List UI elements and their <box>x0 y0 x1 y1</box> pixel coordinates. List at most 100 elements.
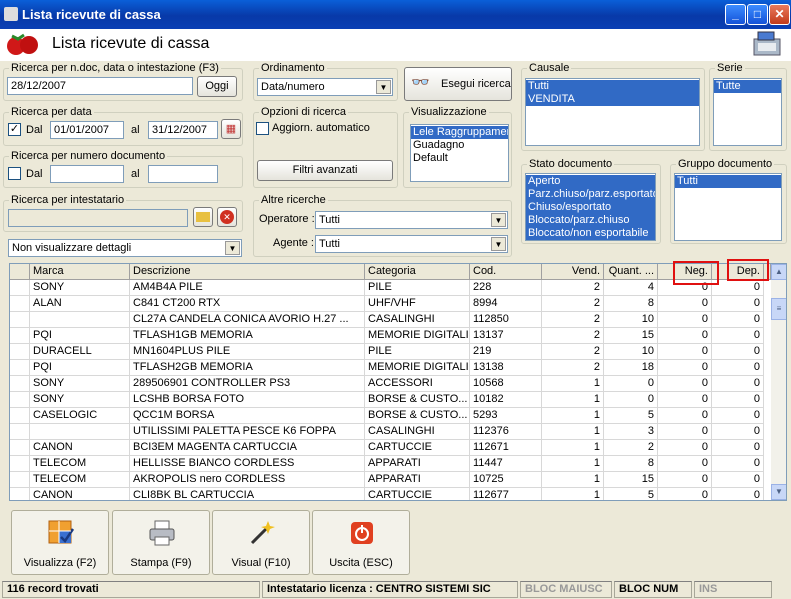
row-selector[interactable] <box>10 392 30 408</box>
table-row[interactable]: CL27A CANDELA CONICA AVORIO H.27 ... CASA… <box>10 312 770 328</box>
row-selector[interactable] <box>10 408 30 424</box>
scroll-thumb[interactable]: ≡ <box>771 298 786 320</box>
intestatario-input[interactable] <box>8 209 188 227</box>
row-selector[interactable] <box>10 312 30 328</box>
visual-label: Visual (F10) <box>231 557 291 569</box>
list-item[interactable]: Guadagno <box>411 139 508 152</box>
results-table[interactable]: Marca Descrizione Categoria Cod. Vend. Q… <box>9 263 787 501</box>
table-row[interactable]: SONY 289506901 CONTROLLER PS3 ACCESSORI 105… <box>10 376 770 392</box>
table-row[interactable]: PQI TFLASH2GB MEMORIA MEMORIE DIGITALI 1313… <box>10 360 770 376</box>
esegui-ricerca-label: Esegui ricerca <box>441 78 511 90</box>
altre-legend: Altre ricerche <box>261 194 326 206</box>
row-selector[interactable] <box>10 280 30 296</box>
table-row[interactable]: TELECOM AKROPOLIS nero CORDLESS APPARATI 10… <box>10 472 770 488</box>
oggi-button[interactable]: Oggi <box>197 76 237 97</box>
row-selector[interactable] <box>10 472 30 488</box>
num-al-input[interactable] <box>148 165 218 183</box>
list-item[interactable]: Tutte <box>714 80 781 93</box>
column-header-marca[interactable]: Marca <box>30 264 130 280</box>
visualizza-button[interactable]: Visualizza (F2) <box>11 510 109 575</box>
maximize-button[interactable]: □ <box>747 4 768 25</box>
list-item[interactable]: Default <box>411 152 508 165</box>
stato-list[interactable]: Aperto Parz.chiuso/parz.esportato Chiuso… <box>525 173 656 241</box>
cell-dep: 0 <box>712 312 764 328</box>
status-bar: 116 record trovati Intestatario licenza … <box>0 579 791 599</box>
cell-cod: 10725 <box>470 472 542 488</box>
row-selector[interactable] <box>10 488 30 500</box>
row-selector[interactable] <box>10 328 30 344</box>
column-header-vend[interactable]: Vend. <box>542 264 604 280</box>
gruppo-list[interactable]: Tutti <box>674 173 782 241</box>
calendar-button[interactable]: ▦ <box>221 119 241 139</box>
stampa-button[interactable]: Stampa (F9) <box>112 510 210 575</box>
table-row[interactable]: DURACELL MN1604PLUS PILE PILE 219 2 10 0 0 <box>10 344 770 360</box>
detail-select[interactable]: Non visualizzare dettagli ▼ <box>8 239 242 257</box>
cell-quant: 5 <box>604 488 658 500</box>
close-button[interactable]: ✕ <box>769 4 790 25</box>
date-checkbox[interactable]: ✓ <box>8 123 21 136</box>
table-row[interactable]: ALAN C841 CT200 RTX UHF/VHF 8994 2 8 0 0 <box>10 296 770 312</box>
num-dal-input[interactable] <box>50 165 124 183</box>
list-item[interactable]: Lele Raggruppamento <box>411 126 508 139</box>
folder-button[interactable] <box>193 207 213 227</box>
table-row[interactable]: CASELOGIC QCC1M BORSA BORSE & CUSTO... 5293… <box>10 408 770 424</box>
esegui-ricerca-button[interactable]: 👓 Esegui ricerca <box>404 67 512 101</box>
scroll-down-button[interactable]: ▼ <box>771 484 786 500</box>
filtri-avanzati-button[interactable]: Filtri avanzati <box>257 160 393 181</box>
binoculars-icon: 👓 <box>411 74 430 91</box>
uscita-button[interactable]: Uscita (ESC) <box>312 510 410 575</box>
vertical-scrollbar[interactable]: ▲ ≡ ▼ <box>771 264 786 500</box>
list-item[interactable]: Tutti <box>675 175 781 188</box>
table-row[interactable]: CANON CLI8BK BL CARTUCCIA CARTUCCIE 112677 1… <box>10 488 770 500</box>
ordinamento-select[interactable]: Data/numero ▼ <box>257 78 393 96</box>
row-selector[interactable] <box>10 344 30 360</box>
auto-update-checkbox[interactable] <box>256 122 269 135</box>
table-row[interactable]: PQI TFLASH1GB MEMORIA MEMORIE DIGITALI 1313… <box>10 328 770 344</box>
causale-list[interactable]: Tutti VENDITA <box>525 78 700 146</box>
list-item[interactable]: Aperto <box>526 175 655 188</box>
cell-quant: 5 <box>604 408 658 424</box>
cell-dep: 0 <box>712 296 764 312</box>
list-item[interactable]: VENDITA <box>526 93 699 106</box>
table-row[interactable]: SONY AM4B4A PILE PILE 228 2 4 0 0 <box>10 280 770 296</box>
row-selector[interactable] <box>10 456 30 472</box>
row-selector[interactable] <box>10 440 30 456</box>
visual-button[interactable]: Visual (F10) <box>212 510 310 575</box>
list-item[interactable]: Bloccato/non esportabile <box>526 227 655 240</box>
visualizzazione-list[interactable]: Lele Raggruppamento Guadagno Default <box>410 124 509 182</box>
cell-descrizione: 289506901 CONTROLLER PS3 <box>130 376 365 392</box>
clear-intestatario-button[interactable]: ✕ <box>217 207 237 227</box>
row-selector[interactable] <box>10 376 30 392</box>
serie-list[interactable]: Tutte <box>713 78 782 146</box>
column-header-descrizione[interactable]: Descrizione <box>130 264 365 280</box>
list-item[interactable]: Parz.chiuso/parz.esportato <box>526 188 655 201</box>
search-doc-input[interactable]: 28/12/2007 <box>7 77 193 95</box>
column-header-cod[interactable]: Cod. <box>470 264 542 280</box>
table-row[interactable]: TELECOM HELLISSE BIANCO CORDLESS APPARATI 1… <box>10 456 770 472</box>
list-item[interactable]: Bloccato/parz.chiuso <box>526 214 655 227</box>
row-selector[interactable] <box>10 424 30 440</box>
list-item[interactable]: Tutti <box>526 80 699 93</box>
cell-quant: 0 <box>604 376 658 392</box>
row-selector[interactable] <box>10 360 30 376</box>
agente-select[interactable]: Tutti ▼ <box>315 235 508 253</box>
operatore-select[interactable]: Tutti ▼ <box>315 211 508 229</box>
list-item[interactable]: Chiuso/esportato <box>526 201 655 214</box>
cell-cod: 228 <box>470 280 542 296</box>
cell-marca: CANON <box>30 488 130 500</box>
table-row[interactable]: UTILISSIMI PALETTA PESCE K6 FOPPA CASALIN… <box>10 424 770 440</box>
cash-register-icon <box>753 31 781 56</box>
table-row[interactable]: SONY LCSHB BORSA FOTO BORSE & CUSTO... 1018… <box>10 392 770 408</box>
date-dal-input[interactable]: 01/01/2007 <box>50 121 124 139</box>
scroll-up-button[interactable]: ▲ <box>771 264 786 280</box>
ordinamento-legend: Ordinamento <box>261 62 325 74</box>
title-bar[interactable]: Lista ricevute di cassa _ □ ✕ <box>0 0 791 29</box>
column-header-quant[interactable]: Quant. ... <box>604 264 658 280</box>
column-header-categoria[interactable]: Categoria <box>365 264 470 280</box>
minimize-button[interactable]: _ <box>725 4 746 25</box>
row-selector[interactable] <box>10 296 30 312</box>
date-al-input[interactable]: 31/12/2007 <box>148 121 218 139</box>
num-checkbox[interactable] <box>8 167 21 180</box>
cell-marca: SONY <box>30 392 130 408</box>
table-row[interactable]: CANON BCI3EM MAGENTA CARTUCCIA CARTUCCIE 11… <box>10 440 770 456</box>
